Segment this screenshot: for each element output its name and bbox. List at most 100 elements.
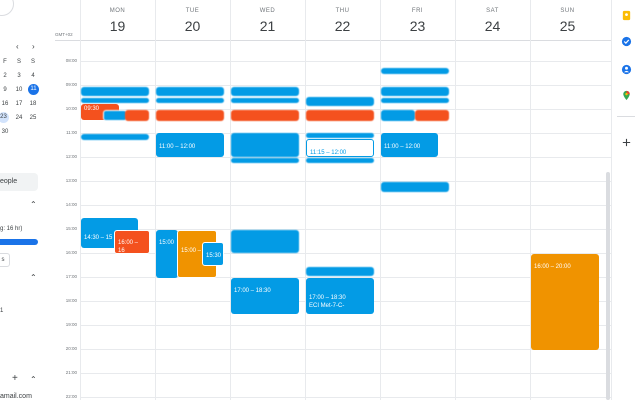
event-block[interactable]: 15:00 <box>156 230 178 278</box>
event-block[interactable] <box>156 87 224 96</box>
mini-cal-day-selected-week[interactable]: 23 <box>0 112 9 123</box>
search-people-input[interactable]: eople <box>0 173 38 191</box>
mini-cal-today[interactable]: 11 <box>28 84 39 95</box>
working-hours-bar <box>0 239 38 245</box>
add-calendar-button[interactable]: + <box>12 373 18 384</box>
event-block[interactable] <box>156 110 224 121</box>
event-block[interactable] <box>381 87 449 96</box>
mini-cal-day[interactable]: 10 <box>12 86 26 94</box>
hour-label: 11:00 <box>66 130 77 135</box>
avatar[interactable] <box>0 0 14 16</box>
mini-cal-day[interactable]: 25 <box>26 114 40 122</box>
grid-scrollbar[interactable] <box>606 172 610 400</box>
hour-label: 13:00 <box>65 178 77 183</box>
calendar-list-item[interactable]: 1 <box>0 308 3 314</box>
event-block[interactable]: 17:00 – 18:30 ECI Met-7-C- <box>306 278 374 314</box>
mini-cal-day[interactable]: 17 <box>12 100 26 108</box>
event-block[interactable] <box>81 87 149 96</box>
column-divider <box>230 0 231 400</box>
event-block[interactable] <box>81 134 149 140</box>
mini-cal-dow: S <box>30 59 35 65</box>
hour-label: 09:00 <box>65 82 77 87</box>
event-block[interactable]: 16:00 – 20:00 <box>531 254 599 350</box>
hour-label: 17:00 <box>65 274 77 279</box>
event-block[interactable] <box>156 98 224 103</box>
event-block[interactable] <box>306 110 374 121</box>
event-time: 15:00 – <box>181 248 202 254</box>
event-block[interactable]: 17:00 – 18:30 <box>231 278 299 314</box>
week-grid: GMT+02 MON 19 TUE 20 WED 21 THU 22 FRI 2… <box>55 0 611 400</box>
day-name: TUE <box>185 8 200 14</box>
event-block[interactable] <box>231 158 299 163</box>
event-block[interactable] <box>306 133 374 138</box>
tasks-icon[interactable] <box>621 36 632 47</box>
day-header-thu[interactable]: THU 22 <box>305 0 380 34</box>
chevron-up-icon[interactable]: ⌃ <box>30 200 37 209</box>
event-time: 11:00 – 12:00 <box>384 144 421 150</box>
mini-cal-next-button[interactable]: › <box>32 42 35 51</box>
event-block[interactable] <box>381 110 415 121</box>
working-hours-label: g: 16 hr) <box>0 226 23 232</box>
event-block[interactable] <box>125 110 149 121</box>
maps-icon[interactable] <box>621 90 632 101</box>
day-name: SAT <box>486 8 499 14</box>
event-block[interactable] <box>81 98 149 103</box>
mini-cal-day[interactable]: 3 <box>12 72 26 80</box>
mini-cal-day[interactable]: 30 <box>0 128 12 136</box>
day-header-tue[interactable]: TUE 20 <box>155 0 230 34</box>
day-name: SUN <box>560 8 575 14</box>
day-number: 20 <box>184 18 201 34</box>
mini-cal-day[interactable]: 9 <box>0 86 12 94</box>
event-block[interactable]: 16:00 – 16 <box>114 230 150 254</box>
event-block[interactable] <box>231 110 299 121</box>
event-time: 11:00 – 12:00 <box>159 144 196 150</box>
hour-line <box>80 85 611 86</box>
event-time: 11:15 – 12:00 <box>310 150 347 156</box>
hour-label: 22:00 <box>65 394 77 399</box>
keep-icon[interactable] <box>621 10 632 21</box>
event-block[interactable] <box>231 230 299 253</box>
hour-label: 19:00 <box>65 322 77 327</box>
event-block[interactable]: 15:30 <box>202 242 224 266</box>
event-block[interactable] <box>306 97 374 106</box>
event-block-tentative[interactable]: 11:15 – 12:00 <box>306 139 374 157</box>
mini-cal-dow: F <box>3 59 7 65</box>
mini-cal-day[interactable]: 18 <box>26 100 40 108</box>
contacts-icon[interactable] <box>621 64 632 75</box>
event-block[interactable] <box>381 98 449 103</box>
chevron-up-icon[interactable]: ⌃ <box>30 273 37 282</box>
day-header-wed[interactable]: WED 21 <box>230 0 305 34</box>
day-header-sun[interactable]: SUN 25 <box>530 0 605 34</box>
mini-cal-dow: S <box>16 59 21 65</box>
event-block[interactable] <box>231 87 299 96</box>
event-block[interactable] <box>381 182 449 192</box>
day-number: 22 <box>334 18 351 34</box>
event-block[interactable]: 11:00 – 12:00 <box>156 133 224 157</box>
day-number: 24 <box>484 18 501 34</box>
mini-cal-day[interactable]: 24 <box>12 114 26 122</box>
event-block[interactable] <box>103 110 127 121</box>
event-block[interactable] <box>231 98 299 103</box>
day-header-sat[interactable]: SAT 24 <box>455 0 530 34</box>
day-header-fri[interactable]: FRI 23 <box>380 0 455 34</box>
event-block[interactable] <box>306 267 374 276</box>
event-block[interactable] <box>381 68 449 74</box>
chevron-up-icon[interactable]: ⌃ <box>30 375 37 384</box>
event-block[interactable]: 11:00 – 12:00 <box>381 133 438 157</box>
column-divider <box>80 0 81 400</box>
right-side-panel <box>611 0 640 400</box>
mini-cal-prev-button[interactable]: ‹ <box>16 42 19 51</box>
small-button[interactable]: s <box>0 253 10 267</box>
add-icon[interactable] <box>621 137 632 148</box>
event-block[interactable] <box>231 133 299 157</box>
mini-cal-day[interactable]: 2 <box>0 72 12 80</box>
day-header-mon[interactable]: MON 19 <box>80 0 155 34</box>
hour-label: 15:00 <box>65 226 77 231</box>
mini-cal-day[interactable]: 4 <box>26 72 40 80</box>
hour-label: 12:00 <box>65 154 77 159</box>
event-block[interactable] <box>306 158 374 163</box>
event-time: 17:00 – 18:30 <box>234 288 271 294</box>
event-block[interactable] <box>415 110 449 121</box>
day-number: 23 <box>409 18 426 34</box>
mini-cal-day[interactable]: 16 <box>0 100 12 108</box>
